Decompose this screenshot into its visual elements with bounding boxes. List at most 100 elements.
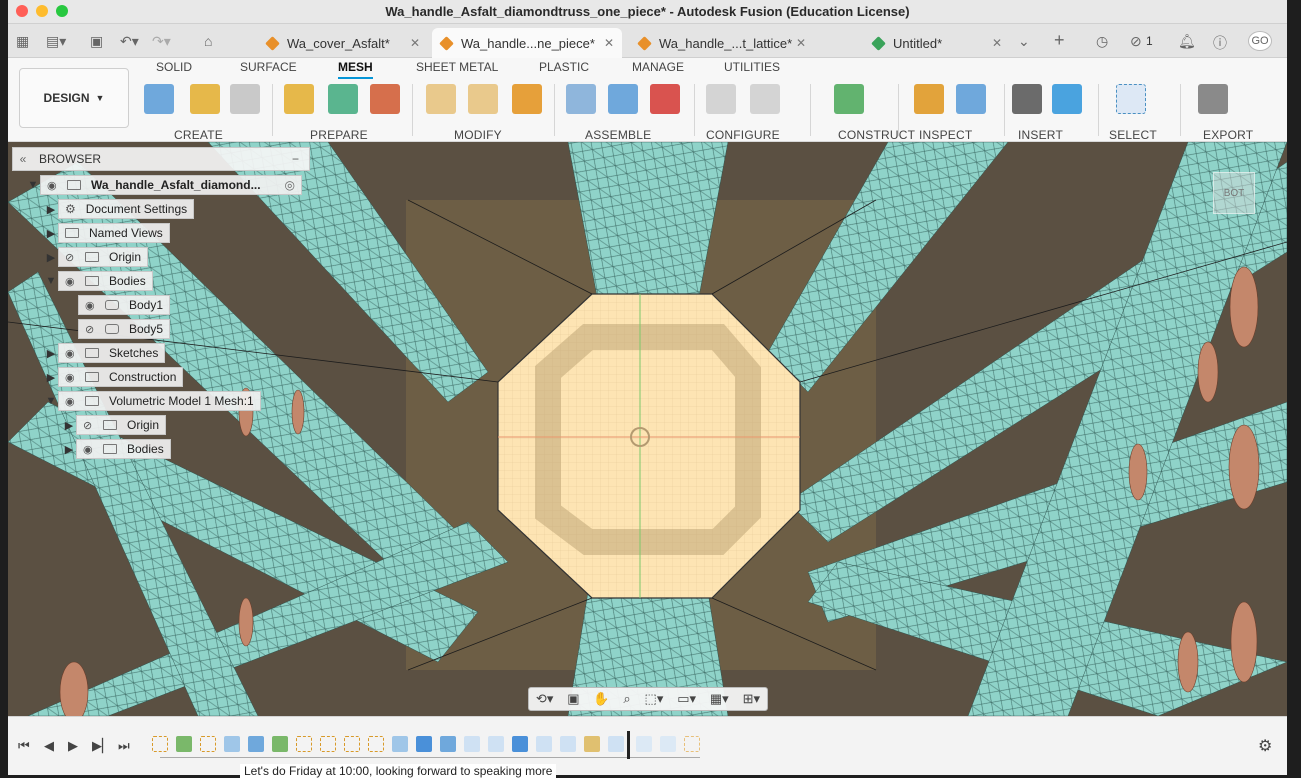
tab-untitled[interactable]: Untitled* ✕ <box>864 28 1010 58</box>
close-tab-icon[interactable]: ✕ <box>796 36 806 50</box>
undo-icon[interactable]: ↶▾ <box>120 33 139 50</box>
timeline-feature-icon[interactable] <box>368 736 384 752</box>
tab-sheet-metal[interactable]: SHEET METAL <box>416 60 498 74</box>
eye-icon[interactable]: ◉ <box>47 179 61 192</box>
browser-item-bodies[interactable]: ▼ ◉ Bodies <box>44 271 153 291</box>
eye-hidden-icon[interactable]: ⊘ <box>83 419 97 432</box>
timeline-feature-icon[interactable] <box>296 736 312 752</box>
app-grid-icon[interactable]: ▦ <box>16 33 29 50</box>
step-forward-icon[interactable]: ▶▏ <box>92 738 112 754</box>
bell-icon[interactable]: 🔔︎ <box>1178 33 1196 50</box>
look-at-icon[interactable]: ▣ <box>567 691 579 707</box>
browser-item-named-views[interactable]: ▶ Named Views <box>44 223 170 243</box>
home-icon[interactable]: ⌂ <box>204 33 212 49</box>
tab-utilities[interactable]: UTILITIES <box>724 60 780 74</box>
timeline-feature-icon[interactable] <box>684 736 700 752</box>
pan-icon[interactable]: ✋ <box>593 691 609 707</box>
window-select-icon[interactable] <box>1116 84 1146 114</box>
close-tab-icon[interactable]: ✕ <box>410 36 420 50</box>
3d-viewport[interactable]: BOT « BROWSER − ▼ ◉ Wa_handle_Asfalt_dia… <box>8 142 1287 716</box>
eye-icon[interactable]: ◉ <box>85 299 99 312</box>
eye-icon[interactable]: ◉ <box>65 371 79 384</box>
viewports-icon[interactable]: ⊞▾ <box>743 691 760 707</box>
help-icon[interactable]: ⓘ <box>1213 33 1227 53</box>
group-modify[interactable]: MODIFY <box>454 128 502 142</box>
group-inspect[interactable]: INSPECT <box>919 128 972 142</box>
chevron-right-icon[interactable]: ▶ <box>44 371 58 384</box>
timeline-feature-icon[interactable] <box>440 736 456 752</box>
new-component-icon[interactable] <box>608 84 638 114</box>
timeline-feature-icon[interactable] <box>636 736 652 752</box>
offset-plane-icon[interactable] <box>834 84 864 114</box>
eye-icon[interactable]: ◉ <box>65 275 79 288</box>
timeline-feature-icon[interactable] <box>416 736 432 752</box>
mesh-section-icon[interactable] <box>230 84 260 114</box>
create-mesh-icon[interactable] <box>144 84 174 114</box>
browser-item-vm-origin[interactable]: ▶ ⊘ Origin <box>62 415 167 435</box>
timeline-feature-icon[interactable] <box>200 736 216 752</box>
timeline-feature-icon[interactable] <box>584 736 600 752</box>
shell-icon[interactable] <box>512 84 542 114</box>
display-settings-icon[interactable]: ▭▾ <box>677 691 696 707</box>
parameters-icon[interactable] <box>706 84 736 114</box>
insert-derive-icon[interactable] <box>1012 84 1042 114</box>
export-icon[interactable] <box>1198 84 1228 114</box>
browser-panel-header[interactable]: « BROWSER − <box>12 147 310 171</box>
browser-item-volumetric-model[interactable]: ▼ ◉ Volumetric Model 1 Mesh:1 <box>44 391 261 411</box>
chevron-down-icon[interactable]: ▼ <box>44 275 58 287</box>
tab-manage[interactable]: MANAGE <box>632 60 684 74</box>
viewcube[interactable]: BOT <box>1213 172 1255 214</box>
timeline-feature-icon[interactable] <box>248 736 264 752</box>
eye-hidden-icon[interactable]: ⊘ <box>85 323 99 336</box>
joint-icon[interactable] <box>566 84 596 114</box>
group-configure[interactable]: CONFIGURE <box>706 128 780 142</box>
close-window-button[interactable] <box>16 5 28 17</box>
timeline-feature-icon[interactable] <box>176 736 192 752</box>
chevron-right-icon[interactable]: ▶ <box>44 227 58 240</box>
redo-icon[interactable]: ↷▾ <box>152 33 171 50</box>
group-insert[interactable]: INSERT <box>1018 128 1063 142</box>
generate-face-groups-icon[interactable] <box>284 84 314 114</box>
timeline-feature-icon[interactable] <box>224 736 240 752</box>
configure-table-icon[interactable] <box>750 84 780 114</box>
workspace-switcher[interactable]: DESIGN ▼ <box>19 68 129 128</box>
timeline-feature-icon[interactable] <box>608 736 624 752</box>
group-select[interactable]: SELECT <box>1109 128 1157 142</box>
go-to-start-icon[interactable]: ⏮ <box>18 738 30 754</box>
browser-root[interactable]: ▼ ◉ Wa_handle_Asfalt_diamond... ◎ <box>26 175 302 195</box>
timeline-feature-icon[interactable] <box>464 736 480 752</box>
step-back-icon[interactable]: ◀ <box>44 738 54 754</box>
tab-wa-handle-lattice[interactable]: Wa_handle_...t_lattice* ✕ <box>630 28 814 58</box>
job-status-icon[interactable]: ◷ <box>1096 33 1108 50</box>
notifications-icon[interactable]: ⊘ <box>1130 33 1142 50</box>
tab-plastic[interactable]: PLASTIC <box>539 60 589 74</box>
grid-icon[interactable]: ▦▾ <box>710 691 729 707</box>
timeline-feature-icon[interactable] <box>488 736 504 752</box>
group-create[interactable]: CREATE <box>174 128 223 142</box>
tab-solid[interactable]: SOLID <box>156 60 192 74</box>
chevron-down-icon[interactable]: ▼ <box>44 395 58 407</box>
eye-hidden-icon[interactable]: ⊘ <box>65 251 79 264</box>
separate-icon[interactable] <box>468 84 498 114</box>
minimize-panel-icon[interactable]: − <box>292 152 299 166</box>
close-tab-icon[interactable]: ✕ <box>992 36 1002 50</box>
measure-icon[interactable] <box>914 84 944 114</box>
browser-item-body5[interactable]: ⊘ Body5 <box>78 319 171 339</box>
insert-mesh-icon[interactable] <box>190 84 220 114</box>
eye-icon[interactable]: ◉ <box>83 443 97 456</box>
orbit-icon[interactable]: ⟲▾ <box>536 691 553 707</box>
timeline-feature-icon[interactable] <box>392 736 408 752</box>
repair-icon[interactable] <box>370 84 400 114</box>
browser-item-vm-bodies[interactable]: ▶ ◉ Bodies <box>62 439 171 459</box>
timeline-feature-icon[interactable] <box>272 736 288 752</box>
save-icon[interactable]: ▣ <box>90 33 103 50</box>
fit-icon[interactable]: ⬚▾ <box>645 691 664 707</box>
timeline-feature-icon[interactable] <box>536 736 552 752</box>
browser-item-origin[interactable]: ▶ ⊘ Origin <box>44 247 149 267</box>
close-tab-icon[interactable]: ✕ <box>604 36 614 50</box>
tab-wa-handle-one-piece[interactable]: Wa_handle...ne_piece* ✕ <box>432 28 622 58</box>
maximize-window-button[interactable] <box>56 5 68 17</box>
browser-item-document-settings[interactable]: ▶ ⚙ Document Settings <box>44 199 195 219</box>
group-prepare[interactable]: PREPARE <box>310 128 368 142</box>
activate-radio-icon[interactable]: ◎ <box>285 178 295 192</box>
